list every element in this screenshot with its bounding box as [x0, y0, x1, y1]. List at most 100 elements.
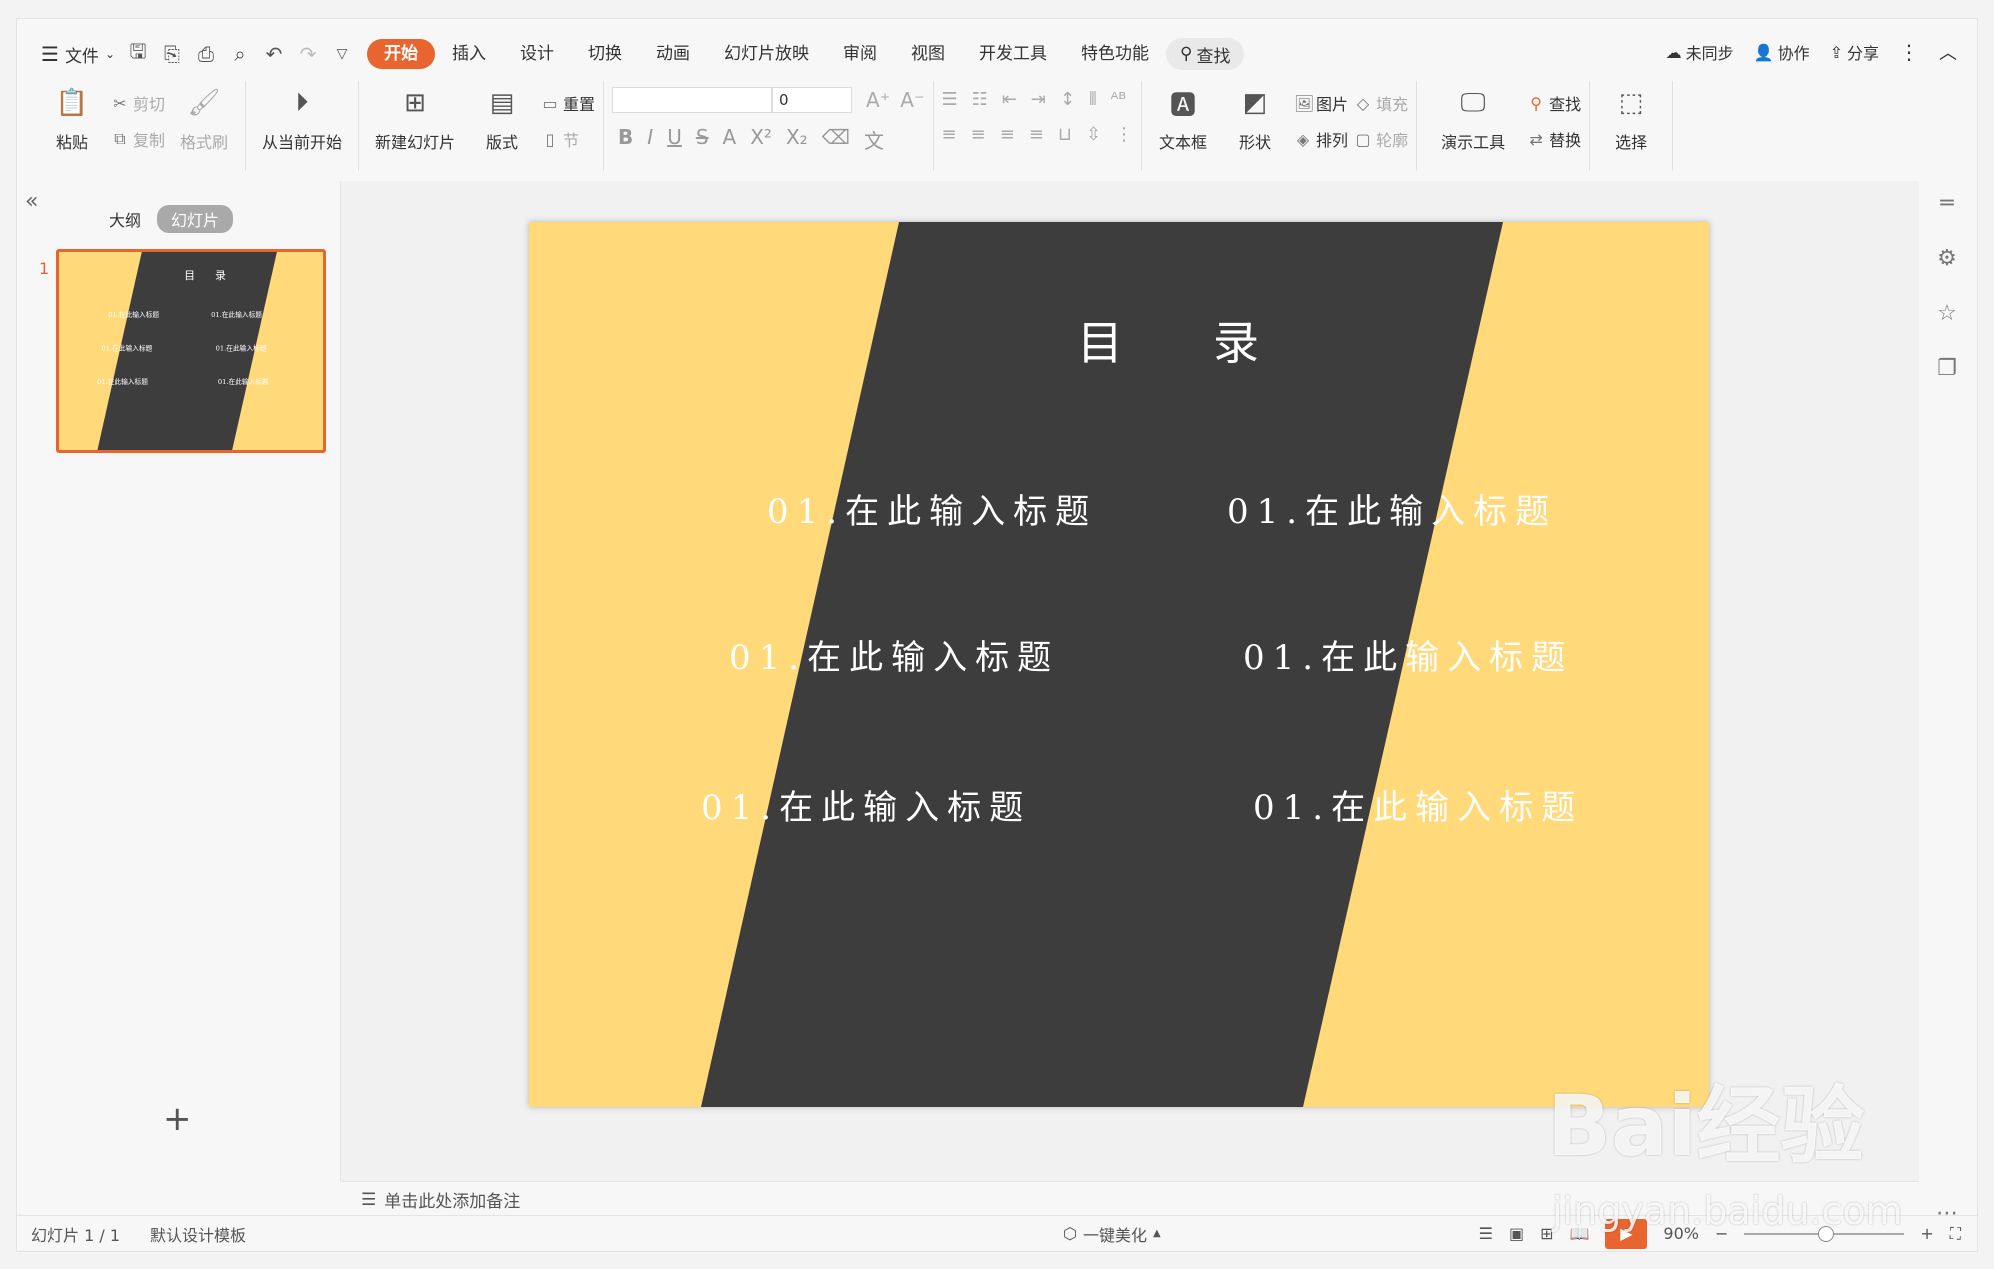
- outline-button[interactable]: ▢ 轮廓: [1354, 127, 1409, 151]
- textbox-button[interactable]: 🅰 文本框: [1150, 81, 1216, 153]
- tab-slides[interactable]: 幻灯片: [157, 205, 234, 233]
- line-spacing-icon[interactable]: ↕: [1060, 89, 1075, 110]
- text-effect-icon[interactable]: 文: [864, 125, 884, 154]
- italic-icon[interactable]: I: [647, 125, 653, 154]
- font-color-icon[interactable]: A: [723, 125, 737, 154]
- slide-entry-4[interactable]: 01.在此输入标题: [1243, 630, 1573, 679]
- align-right-icon[interactable]: ≡: [1000, 124, 1015, 145]
- font-family-select[interactable]: [612, 87, 773, 113]
- normal-view-icon[interactable]: ▣: [1509, 1224, 1524, 1243]
- menu-right: ☁ 未同步 👤 协作 ⇪ 分享 ⋮ ︿: [1666, 39, 1957, 65]
- replace-button[interactable]: ⇄ 替换: [1527, 127, 1581, 151]
- slide-entry-6[interactable]: 01.在此输入标题: [1253, 780, 1583, 829]
- star-icon[interactable]: ☆: [1937, 301, 1957, 326]
- shrink-font-icon[interactable]: A⁻: [900, 88, 924, 112]
- eraser-icon[interactable]: ⌫: [822, 125, 850, 154]
- numbered-list-icon[interactable]: ☷: [972, 89, 988, 110]
- copy-window-icon[interactable]: ❐: [1937, 356, 1957, 381]
- tab-outline[interactable]: 大纲: [109, 207, 141, 231]
- more-vertical-icon[interactable]: ⋮: [1899, 40, 1919, 64]
- paste-button[interactable]: 📋 粘贴: [39, 81, 105, 153]
- tab-animation[interactable]: 动画: [639, 39, 707, 69]
- share-button[interactable]: ⇪ 分享: [1830, 40, 1879, 64]
- fill-label: 填充: [1376, 95, 1409, 114]
- tab-review[interactable]: 审阅: [826, 39, 894, 69]
- app-window: ☰ 文件 ⌄ 🖫 ⎘ ⎙ ⌕ ↶ ↷ ▽ 开始 插入 设计 切换 动画 幻灯片放…: [16, 18, 1978, 1252]
- tab-special[interactable]: 特色功能: [1064, 39, 1166, 69]
- settings-sliders-icon[interactable]: ⚙: [1937, 246, 1957, 271]
- slide-thumbnail[interactable]: 目录 01.在此输入标题 01.在此输入标题 01.在此输入标题 01.在此输入…: [56, 249, 326, 453]
- slide-entry-5[interactable]: 01.在此输入标题: [701, 780, 1031, 829]
- slide-entry-3[interactable]: 01.在此输入标题: [729, 630, 1059, 679]
- slide-title[interactable]: 目录: [1077, 307, 1349, 373]
- underline-icon[interactable]: U: [667, 125, 682, 154]
- reset-button[interactable]: ▭ 重置: [541, 91, 595, 115]
- save-icon[interactable]: 🖫: [121, 39, 155, 69]
- fill-button[interactable]: ◇ 填充: [1354, 91, 1408, 115]
- from-current-button[interactable]: ⏵ 从当前开始: [254, 81, 350, 153]
- bold-icon[interactable]: B: [618, 125, 633, 154]
- print-preview-icon[interactable]: ⌕: [223, 39, 257, 69]
- tab-home[interactable]: 开始: [367, 39, 435, 69]
- tab-insert[interactable]: 插入: [435, 39, 503, 69]
- customize-icon[interactable]: ▽: [325, 39, 359, 69]
- find-icon: ⚲: [1530, 93, 1542, 113]
- paste-label: 粘贴: [55, 133, 88, 152]
- presentation-icon: 🖵: [1460, 87, 1486, 118]
- cut-button[interactable]: ✂ 剪切: [111, 91, 165, 115]
- tab-view[interactable]: 视图: [894, 39, 962, 69]
- zoom-in-icon[interactable]: +: [1920, 1224, 1933, 1243]
- picture-button[interactable]: 🖼 图片: [1294, 91, 1348, 115]
- grow-font-icon[interactable]: A⁺: [866, 88, 890, 112]
- align-left-icon[interactable]: ≡: [942, 124, 957, 145]
- redo-icon[interactable]: ↷: [291, 39, 325, 69]
- collab-button[interactable]: 👤 协作: [1754, 40, 1810, 64]
- export-icon[interactable]: ⎘: [155, 39, 189, 69]
- slide-canvas[interactable]: 目录 01.在此输入标题 01.在此输入标题 01.在此输入标题 01.在此输入…: [529, 222, 1709, 1107]
- distribute-icon[interactable]: ⊔: [1058, 124, 1072, 145]
- search-button[interactable]: ⚲ 查找: [1166, 38, 1245, 70]
- copy-button[interactable]: ⧉ 复制: [111, 127, 165, 151]
- present-tools-button[interactable]: 🖵 演示工具: [1425, 81, 1521, 153]
- sync-button[interactable]: ☁ 未同步: [1666, 40, 1734, 64]
- justify-icon[interactable]: ≡: [1029, 124, 1044, 145]
- select-button[interactable]: ⬚ 选择: [1598, 81, 1664, 153]
- collapse-panel-icon[interactable]: «: [25, 189, 38, 214]
- strikethrough-icon[interactable]: S: [696, 125, 709, 154]
- template-name[interactable]: 默认设计模板: [150, 1222, 246, 1246]
- find-button[interactable]: ⚲ 查找: [1527, 91, 1581, 115]
- shape-button[interactable]: ◩ 形状: [1222, 81, 1288, 153]
- slide-entry-2[interactable]: 01.在此输入标题: [1227, 484, 1557, 533]
- tab-developer[interactable]: 开发工具: [962, 39, 1064, 69]
- decrease-indent-icon[interactable]: ⇤: [1002, 89, 1017, 110]
- menu-lines-icon[interactable]: ═: [1940, 191, 1953, 216]
- font-size-select[interactable]: 0: [772, 87, 853, 113]
- format-painter-button[interactable]: 🖌 格式刷: [171, 81, 237, 153]
- notes-toggle-icon[interactable]: ☰: [1479, 1224, 1493, 1243]
- undo-icon[interactable]: ↶: [257, 39, 291, 69]
- increase-indent-icon[interactable]: ⇥: [1031, 89, 1046, 110]
- file-menu[interactable]: ☰ 文件 ⌄: [35, 39, 121, 69]
- align-text-icon[interactable]: ⋮: [1115, 124, 1133, 145]
- collapse-ribbon-icon[interactable]: ︿: [1939, 39, 1957, 65]
- bullet-list-icon[interactable]: ☰: [942, 89, 958, 110]
- new-slide-button[interactable]: ⊞ 新建幻灯片: [367, 81, 463, 153]
- tab-slideshow[interactable]: 幻灯片放映: [707, 39, 826, 69]
- columns-icon[interactable]: ⫴: [1089, 89, 1097, 110]
- beautify-button[interactable]: ⬡ 一键美化 ▲: [1063, 1222, 1161, 1246]
- fit-window-icon[interactable]: ⛶: [1950, 1224, 1961, 1244]
- layout-button[interactable]: ▤ 版式: [469, 81, 535, 153]
- print-icon[interactable]: ⎙: [189, 39, 223, 69]
- superscript-icon[interactable]: X²: [750, 125, 772, 154]
- text-direction-icon[interactable]: ᴬᴮ: [1111, 89, 1127, 110]
- subscript-icon[interactable]: X₂: [786, 125, 808, 154]
- tab-design[interactable]: 设计: [503, 39, 571, 69]
- add-slide-button[interactable]: +: [163, 1099, 192, 1139]
- slide-entry-1[interactable]: 01.在此输入标题: [767, 484, 1097, 533]
- para-spacing-icon[interactable]: ⇳: [1086, 124, 1101, 145]
- tab-transition[interactable]: 切换: [571, 39, 639, 69]
- arrange-button[interactable]: ◈ 排列: [1294, 127, 1348, 151]
- align-center-icon[interactable]: ≡: [971, 124, 986, 145]
- layers-icon: ◈: [1296, 129, 1310, 149]
- section-button[interactable]: ▯ 节: [541, 127, 595, 151]
